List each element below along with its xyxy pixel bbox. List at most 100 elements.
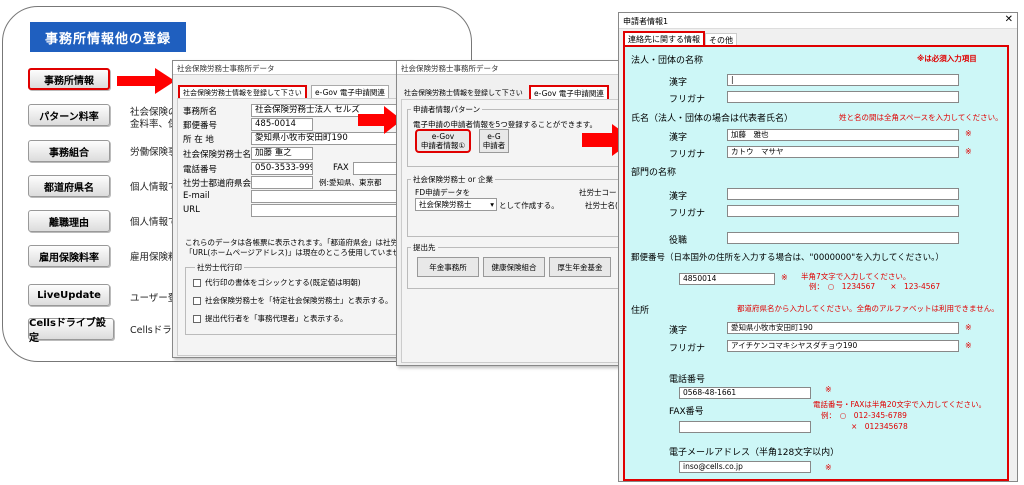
name-note: 姓と名の間は全角スペースを入力してください。 <box>839 113 1003 122</box>
address-label: 所 在 地 <box>183 135 214 145</box>
pension-fund-button[interactable]: 厚生年金基金 <box>549 257 611 277</box>
tel-field[interactable]: 050-3533-9999 <box>251 162 313 175</box>
mail-field[interactable]: inso@cells.co.jp <box>679 461 811 473</box>
menu-office-info-button[interactable]: 事務所情報 <box>28 68 110 90</box>
applicant-info-1-button[interactable]: e-Gov 申請者情報① <box>415 129 471 153</box>
egov-dialog: 社会保険労務士事務所データ 社会保険労務士情報を登録して下さい e-Gov 電子… <box>396 60 632 366</box>
tel-field[interactable]: 0568-48-1661 <box>679 387 811 399</box>
specified-sr-checkbox[interactable] <box>193 297 201 305</box>
corp-kana-label: フリガナ <box>669 95 706 105</box>
applicant-btn2-line2: 申請者 <box>482 141 506 150</box>
sr-or-company-title: 社会保険労務士 or 企業 <box>411 174 495 185</box>
contact-info-panel: ※は必須入力項目 法人・団体の名称 漢字 | フリガナ 氏名（法人・団体の場合は… <box>623 45 1009 481</box>
pension-office-button[interactable]: 年金事務所 <box>417 257 479 277</box>
fd-select[interactable]: 社会保険労務士 ▾ <box>415 198 497 211</box>
sr-name-label: 社会保険労務士名 <box>183 150 252 160</box>
zip-field[interactable]: 485-0014 <box>251 118 313 131</box>
fd-label: FD申請データを <box>415 188 471 197</box>
dept-heading: 部門の名称 <box>631 168 677 178</box>
tel-note-3: × 012345678 <box>851 422 908 431</box>
dept-kanji-field[interactable] <box>727 188 959 200</box>
close-icon[interactable]: ✕ <box>1005 14 1013 25</box>
menu-prefecture-button[interactable]: 都道府県名 <box>28 175 110 197</box>
name-kana-label: フリガナ <box>669 150 706 160</box>
menu-union-button[interactable]: 事務組合 <box>28 140 110 162</box>
menu-liveupdate-button[interactable]: LiveUpdate <box>28 284 110 306</box>
corp-kanji-field[interactable]: | <box>727 74 959 86</box>
tel-heading: 電話番号 <box>669 375 706 385</box>
applicant-pattern-title: 申請者情報パターン <box>411 104 483 115</box>
dialog-title: 社会保険労務士事務所データ <box>397 61 631 75</box>
addr-kanji-field[interactable]: 愛知県小牧市安田町190 <box>727 322 959 334</box>
menu-separation-reason-desc: 個人情報で <box>130 217 178 228</box>
menu-employment-rate-desc: 雇用保険料 <box>130 252 178 263</box>
agent-checkbox[interactable] <box>193 315 201 323</box>
url-label: URL <box>183 205 200 215</box>
applicant-btn-line1: e-Gov <box>431 132 455 141</box>
chevron-down-icon: ▾ <box>490 200 494 209</box>
zip-label: 郵便番号 <box>183 121 218 131</box>
applicant-btn2-line1: e-G <box>487 132 501 141</box>
menu-liveupdate-desc: ユーザー登 <box>130 293 178 304</box>
corp-kanji-label: 漢字 <box>669 78 688 88</box>
gothic-checkbox-label: 代行印の書体をゴシックとする(既定値は明朝) <box>205 278 361 287</box>
agent-checkbox-label: 提出代行者を「事務代理者」と表示する。 <box>205 314 348 323</box>
pref-label: 社労士都道府県会 <box>183 179 252 189</box>
zip-note-2: 例： ○ 1234567 × 123-4567 <box>809 282 941 291</box>
menu-cells-drive-button[interactable]: Cellsドライブ設定 <box>28 318 114 344</box>
zip-field[interactable]: 4850014 <box>679 273 775 285</box>
menu-union-desc: 労働保険事 <box>130 147 178 158</box>
health-insurance-button[interactable]: 健康保険組合 <box>483 257 545 277</box>
proxy-seal-group-title: 社労士代行印 <box>195 262 244 273</box>
note-line-2: 「URL(ホームページアドレス)」は現在のところ使用していませんが、将 <box>185 248 412 257</box>
dept-kanji-label: 漢字 <box>669 192 688 202</box>
menu-employment-rate-button[interactable]: 雇用保険料率 <box>28 245 110 267</box>
corp-heading: 法人・団体の名称 <box>631 56 704 66</box>
addr-kana-field[interactable]: アイチケンコマキシヤスダチョウ190 <box>727 340 959 352</box>
name-heading: 氏名（法人・団体の場合は代表者氏名） <box>631 114 794 124</box>
fax-field[interactable] <box>353 162 401 175</box>
tel-note-1: 電話番号・FAXは半角20文字で入力してください。 <box>813 400 986 409</box>
corp-kana-field[interactable] <box>727 91 959 103</box>
position-label: 役職 <box>669 236 688 246</box>
applicant-info-2-button[interactable]: e-G 申請者 <box>479 129 509 153</box>
fax-heading: FAX番号 <box>669 407 704 417</box>
required-note: ※は必須入力項目 <box>917 54 977 63</box>
addr-heading: 住所 <box>631 306 650 316</box>
menu-separation-reason-button[interactable]: 離職理由 <box>28 210 110 232</box>
pref-field[interactable] <box>251 176 313 189</box>
zip-required: ※ <box>781 273 788 282</box>
gothic-checkbox[interactable] <box>193 279 201 287</box>
dialog-title: 申請者情報1 <box>619 13 1017 29</box>
dept-kana-field[interactable] <box>727 205 959 217</box>
applicant-info-dialog: 申請者情報1 ✕ 連絡先に関する情報 その他 ※は必須入力項目 法人・団体の名称… <box>618 12 1018 482</box>
sr-name-field[interactable]: 加藤 重之 <box>251 147 313 160</box>
name-kanji-field[interactable]: 加藤 雅也 <box>727 129 959 141</box>
name-kanji-label: 漢字 <box>669 133 688 143</box>
mail-required: ※ <box>825 463 832 472</box>
fax-label: FAX <box>333 163 349 173</box>
url-field[interactable] <box>251 204 401 217</box>
specified-sr-checkbox-label: 社会保険労務士を「特定社会保険労務士」と表示する。 <box>205 296 393 305</box>
dept-kana-label: フリガナ <box>669 209 706 219</box>
email-field[interactable] <box>251 190 401 203</box>
position-field[interactable] <box>727 232 959 244</box>
submit-to-title: 提出先 <box>411 242 438 253</box>
fd-select-value: 社会保険労務士 <box>419 200 472 209</box>
pref-note: 例:愛知県、東京都 <box>319 178 382 187</box>
name-kana-field[interactable]: カトウ マサヤ <box>727 146 959 158</box>
menu-pattern-rate-button[interactable]: パターン料率 <box>28 104 110 126</box>
tel-label: 電話番号 <box>183 165 218 175</box>
office-name-label: 事務所名 <box>183 107 218 117</box>
tab-sr-info[interactable]: 社会保険労務士情報を登録して下さい <box>401 87 526 99</box>
menu-pattern-rate-desc2: 金料率、保 <box>130 119 178 130</box>
menu-prefecture-desc: 個人情報で <box>130 182 178 193</box>
addr-kanji-required: ※ <box>965 323 972 332</box>
fd-suffix: として作成する。 <box>499 201 559 210</box>
zip-heading: 郵便番号（日本国外の住所を入力する場合は、"0000000"を入力してください。… <box>631 253 944 263</box>
email-label: E-mail <box>183 191 210 201</box>
fax-field[interactable] <box>679 421 811 433</box>
name-kana-required: ※ <box>965 147 972 156</box>
tel-required: ※ <box>825 385 832 394</box>
office-data-dialog: 社会保険労務士事務所データ 社会保険労務士情報を登録して下さい e-Gov 電子… <box>172 60 412 358</box>
